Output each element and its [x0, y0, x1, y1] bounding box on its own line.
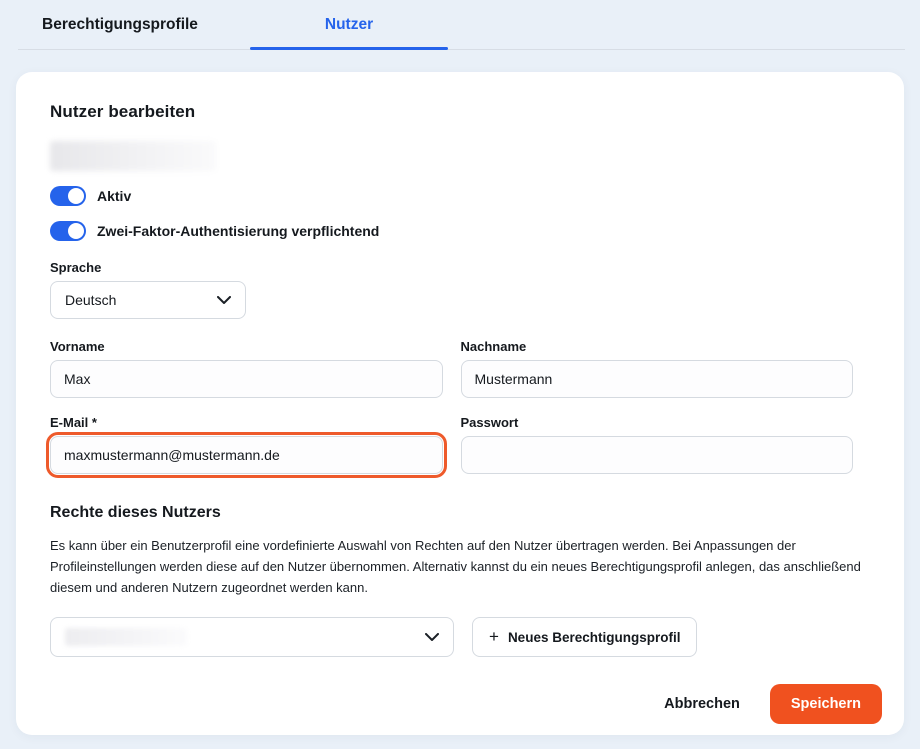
two-factor-toggle[interactable]	[50, 221, 86, 241]
cancel-button[interactable]: Abbrechen	[664, 696, 740, 712]
plus-icon: +	[489, 628, 499, 645]
chevron-down-icon	[425, 633, 439, 641]
profile-row: + Neues Berechtigungsprofil	[50, 617, 882, 657]
passwort-input[interactable]	[461, 436, 854, 474]
toggle-knob	[68, 188, 84, 204]
page-title: Nutzer bearbeiten	[50, 102, 882, 122]
email-input[interactable]	[50, 436, 443, 474]
new-permission-profile-label: Neues Berechtigungsprofil	[508, 630, 681, 645]
passwort-label: Passwort	[461, 415, 854, 430]
new-permission-profile-button[interactable]: + Neues Berechtigungsprofil	[472, 617, 697, 657]
permission-profile-select[interactable]	[50, 617, 454, 657]
nachname-cell: Nachname	[461, 339, 854, 398]
nachname-input[interactable]	[461, 360, 854, 398]
form-footer: Abbrechen Speichern	[50, 684, 882, 724]
language-label: Sprache	[50, 260, 882, 275]
language-block: Sprache Deutsch	[50, 260, 882, 319]
toggle-label-2fa: Zwei-Faktor-Authentisierung verpflichten…	[97, 223, 379, 239]
rights-section-title: Rechte dieses Nutzers	[50, 504, 882, 522]
rights-description: Es kann über ein Benutzerprofil eine vor…	[50, 536, 882, 598]
toggle-label-aktiv: Aktiv	[97, 188, 131, 204]
chevron-down-icon	[217, 296, 231, 304]
vorname-label: Vorname	[50, 339, 443, 354]
toggle-row-aktiv: Aktiv	[50, 186, 882, 206]
email-cell: E-Mail *	[50, 415, 443, 474]
tab-nutzer[interactable]: Nutzer	[250, 0, 448, 50]
tab-label: Nutzer	[325, 16, 373, 34]
tab-berechtigungsprofile[interactable]: Berechtigungsprofile	[10, 0, 230, 50]
name-fields-grid: Vorname Nachname E-Mail * Passwort	[50, 339, 853, 474]
toggle-knob	[68, 223, 84, 239]
aktiv-toggle[interactable]	[50, 186, 86, 206]
tab-bar: Berechtigungsprofile Nutzer	[0, 0, 920, 50]
edit-user-card: Nutzer bearbeiten Aktiv Zwei-Faktor-Auth…	[16, 72, 904, 735]
email-label: E-Mail *	[50, 415, 443, 430]
language-select[interactable]: Deutsch	[50, 281, 246, 319]
save-button[interactable]: Speichern	[770, 684, 882, 724]
toggle-row-2fa: Zwei-Faktor-Authentisierung verpflichten…	[50, 221, 882, 241]
tab-label: Berechtigungsprofile	[42, 16, 198, 34]
nachname-label: Nachname	[461, 339, 854, 354]
redacted-user-name	[50, 141, 216, 171]
language-select-value: Deutsch	[65, 292, 116, 308]
passwort-cell: Passwort	[461, 415, 854, 474]
redacted-profile-value	[65, 628, 187, 646]
vorname-input[interactable]	[50, 360, 443, 398]
vorname-cell: Vorname	[50, 339, 443, 398]
